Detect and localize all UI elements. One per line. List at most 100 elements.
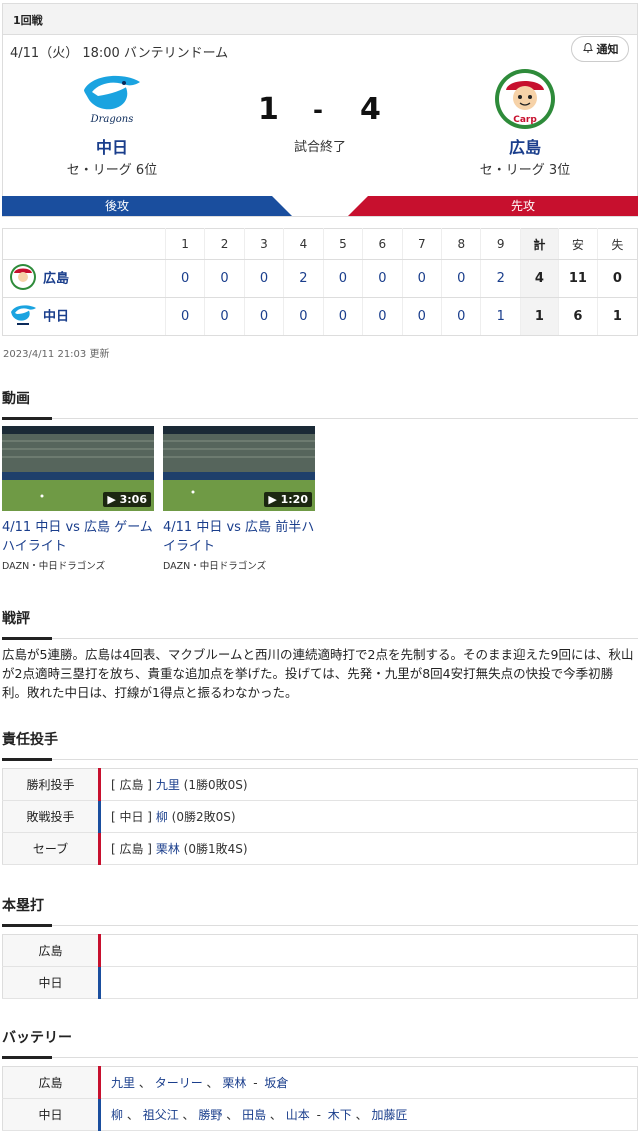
date-venue: 4/11（火） 18:00 バンテリンドーム [10, 46, 229, 61]
svg-text:Carp: Carp [513, 115, 537, 125]
pitcher-name-link[interactable]: 柳 [156, 810, 168, 824]
scoreboard-table: 1 2 3 4 5 6 7 8 9 計 安 失 広島 0 0 0 2 0 0 0… [2, 228, 638, 336]
battery-table: 広島 九里 、 ターリー 、 栗林 - 坂倉 中日 柳 、 祖父江 、 勝野 、… [2, 1066, 638, 1131]
section-heading-battery: バッテリー [2, 1027, 638, 1059]
dragons-logo[interactable]: Dragons [78, 70, 146, 132]
inning-score: 0 [283, 297, 324, 336]
player-link[interactable]: ターリー [155, 1076, 203, 1090]
errors-header: 失 [596, 228, 638, 260]
battery-entry: 柳 、 祖父江 、 勝野 、 田島 、 山本 - 木下 、 加藤匠 [98, 1098, 638, 1131]
pitcher-entry: [ 広島 ] 九里 (1勝0敗0S) [98, 768, 638, 801]
home-team-name[interactable]: 中日 [42, 134, 182, 158]
notify-button[interactable]: 通知 [571, 36, 629, 62]
total-header: 計 [519, 228, 559, 260]
table-row: 広島 九里 、 ターリー 、 栗林 - 坂倉 [2, 1066, 638, 1099]
video-card[interactable]: ▶ 1:20 4/11 中日 vs 広島 前半ハイライト DAZN・中日ドラゴン… [163, 426, 315, 572]
inning-score: 0 [243, 259, 284, 298]
pitcher-team: [ 広島 ] [111, 778, 152, 792]
table-row: セーブ [ 広島 ] 栗林 (0勝1敗4S) [2, 832, 638, 865]
home-team-rank: セ・リーグ 6位 [66, 163, 158, 178]
inning-score: 0 [401, 259, 442, 298]
pitchers-table: 勝利投手 [ 広島 ] 九里 (1勝0敗0S) 敗戦投手 [ 中日 ] 柳 (0… [2, 768, 638, 865]
inning-header: 6 [362, 228, 403, 260]
inning-score: 0 [164, 297, 205, 336]
inning-score: 0 [401, 297, 442, 336]
table-row: 敗戦投手 [ 中日 ] 柳 (0勝2敗0S) [2, 800, 638, 833]
homerun-entry [98, 934, 638, 967]
pitcher-role: 勝利投手 [2, 768, 100, 801]
battery-entry: 九里 、 ターリー 、 栗林 - 坂倉 [98, 1066, 638, 1099]
video-source: DAZN・中日ドラゴンズ [163, 561, 267, 572]
player-link[interactable]: 加藤匠 [371, 1108, 407, 1122]
total-runs: 4 [519, 259, 559, 298]
table-row: 中日 0 0 0 0 0 0 0 0 1 1 6 1 [2, 297, 638, 336]
inning-header: 5 [322, 228, 363, 260]
player-link[interactable]: 九里 [111, 1076, 135, 1090]
player-link[interactable]: 山本 [286, 1108, 310, 1122]
battery-dash: - [253, 1076, 258, 1090]
section-heading-videos: 動画 [2, 388, 638, 420]
inning-header: 9 [480, 228, 521, 260]
inning-header: 1 [164, 228, 205, 260]
pitcher-name-link[interactable]: 九里 [156, 778, 180, 792]
inning-score: 0 [322, 259, 363, 298]
player-link[interactable]: 柳 [111, 1108, 123, 1122]
player-link[interactable]: 田島 [242, 1108, 266, 1122]
pitcher-team: [ 広島 ] [111, 842, 152, 856]
player-link[interactable]: 木下 [328, 1108, 352, 1122]
homerun-entry [98, 966, 638, 999]
section-heading-review: 戦評 [2, 608, 638, 640]
game-status: 試合終了 [293, 140, 346, 155]
team-label: 中日 [43, 309, 70, 324]
bell-icon [582, 42, 594, 57]
player-link[interactable]: 栗林 [222, 1076, 246, 1090]
homeruns-table: 広島 中日 [2, 934, 638, 999]
score-dash: - [313, 96, 323, 124]
homerun-team: 中日 [2, 966, 100, 999]
pitcher-record: (0勝2敗0S) [171, 810, 236, 824]
pitcher-role: セーブ [2, 832, 100, 865]
video-duration: ▶ 3:06 [103, 492, 151, 507]
video-card[interactable]: ▶ 3:06 4/11 中日 vs 広島 ゲームハイライト DAZN・中日ドラゴ… [2, 426, 154, 572]
inning-score: 0 [441, 297, 481, 336]
separator: 、 [269, 1108, 282, 1122]
battery-team: 広島 [2, 1066, 100, 1099]
pitcher-name-link[interactable]: 栗林 [156, 842, 180, 856]
total-hits: 6 [557, 297, 598, 336]
scoreboard-team-home[interactable]: 中日 [2, 297, 166, 336]
away-team-name[interactable]: 広島 [455, 134, 595, 158]
inning-header: 8 [441, 228, 481, 260]
separator: 、 [226, 1108, 239, 1122]
updated-timestamp: 2023/4/11 21:03 更新 [3, 349, 110, 360]
player-link[interactable]: 坂倉 [264, 1076, 288, 1090]
away-side-label: 先攻 [510, 199, 535, 213]
carp-logo[interactable]: Carp [494, 68, 556, 134]
inning-score: 2 [283, 259, 324, 298]
total-errors: 1 [596, 297, 638, 336]
inning-header: 2 [204, 228, 245, 260]
inning-score: 0 [362, 297, 403, 336]
video-title-link[interactable]: 4/11 中日 vs 広島 前半ハイライト [163, 518, 315, 556]
home-score: 1 [258, 92, 279, 127]
section-heading-pitchers: 責任投手 [2, 729, 638, 761]
pitcher-entry: [ 中日 ] 柳 (0勝2敗0S) [98, 800, 638, 833]
pitcher-role: 敗戦投手 [2, 800, 100, 833]
video-title-link[interactable]: 4/11 中日 vs 広島 ゲームハイライト [2, 518, 154, 556]
player-link[interactable]: 勝野 [198, 1108, 222, 1122]
pitcher-record: (0勝1敗4S) [183, 842, 248, 856]
inning-header: 4 [283, 228, 324, 260]
video-thumbnail[interactable]: ▶ 1:20 [163, 426, 315, 511]
table-row: 中日 [2, 966, 638, 999]
inning-score: 0 [362, 259, 403, 298]
pitcher-entry: [ 広島 ] 栗林 (0勝1敗4S) [98, 832, 638, 865]
scoreboard-team-away[interactable]: 広島 [2, 259, 166, 298]
inning-header: 7 [401, 228, 442, 260]
battery-dash: - [316, 1108, 321, 1122]
video-thumbnail[interactable]: ▶ 3:06 [2, 426, 154, 511]
inning-score: 0 [441, 259, 481, 298]
away-score: 4 [360, 92, 381, 127]
inning-score: 0 [243, 297, 284, 336]
round-label: 1回戦 [3, 4, 637, 35]
player-link[interactable]: 祖父江 [143, 1108, 179, 1122]
separator: 、 [206, 1076, 219, 1090]
